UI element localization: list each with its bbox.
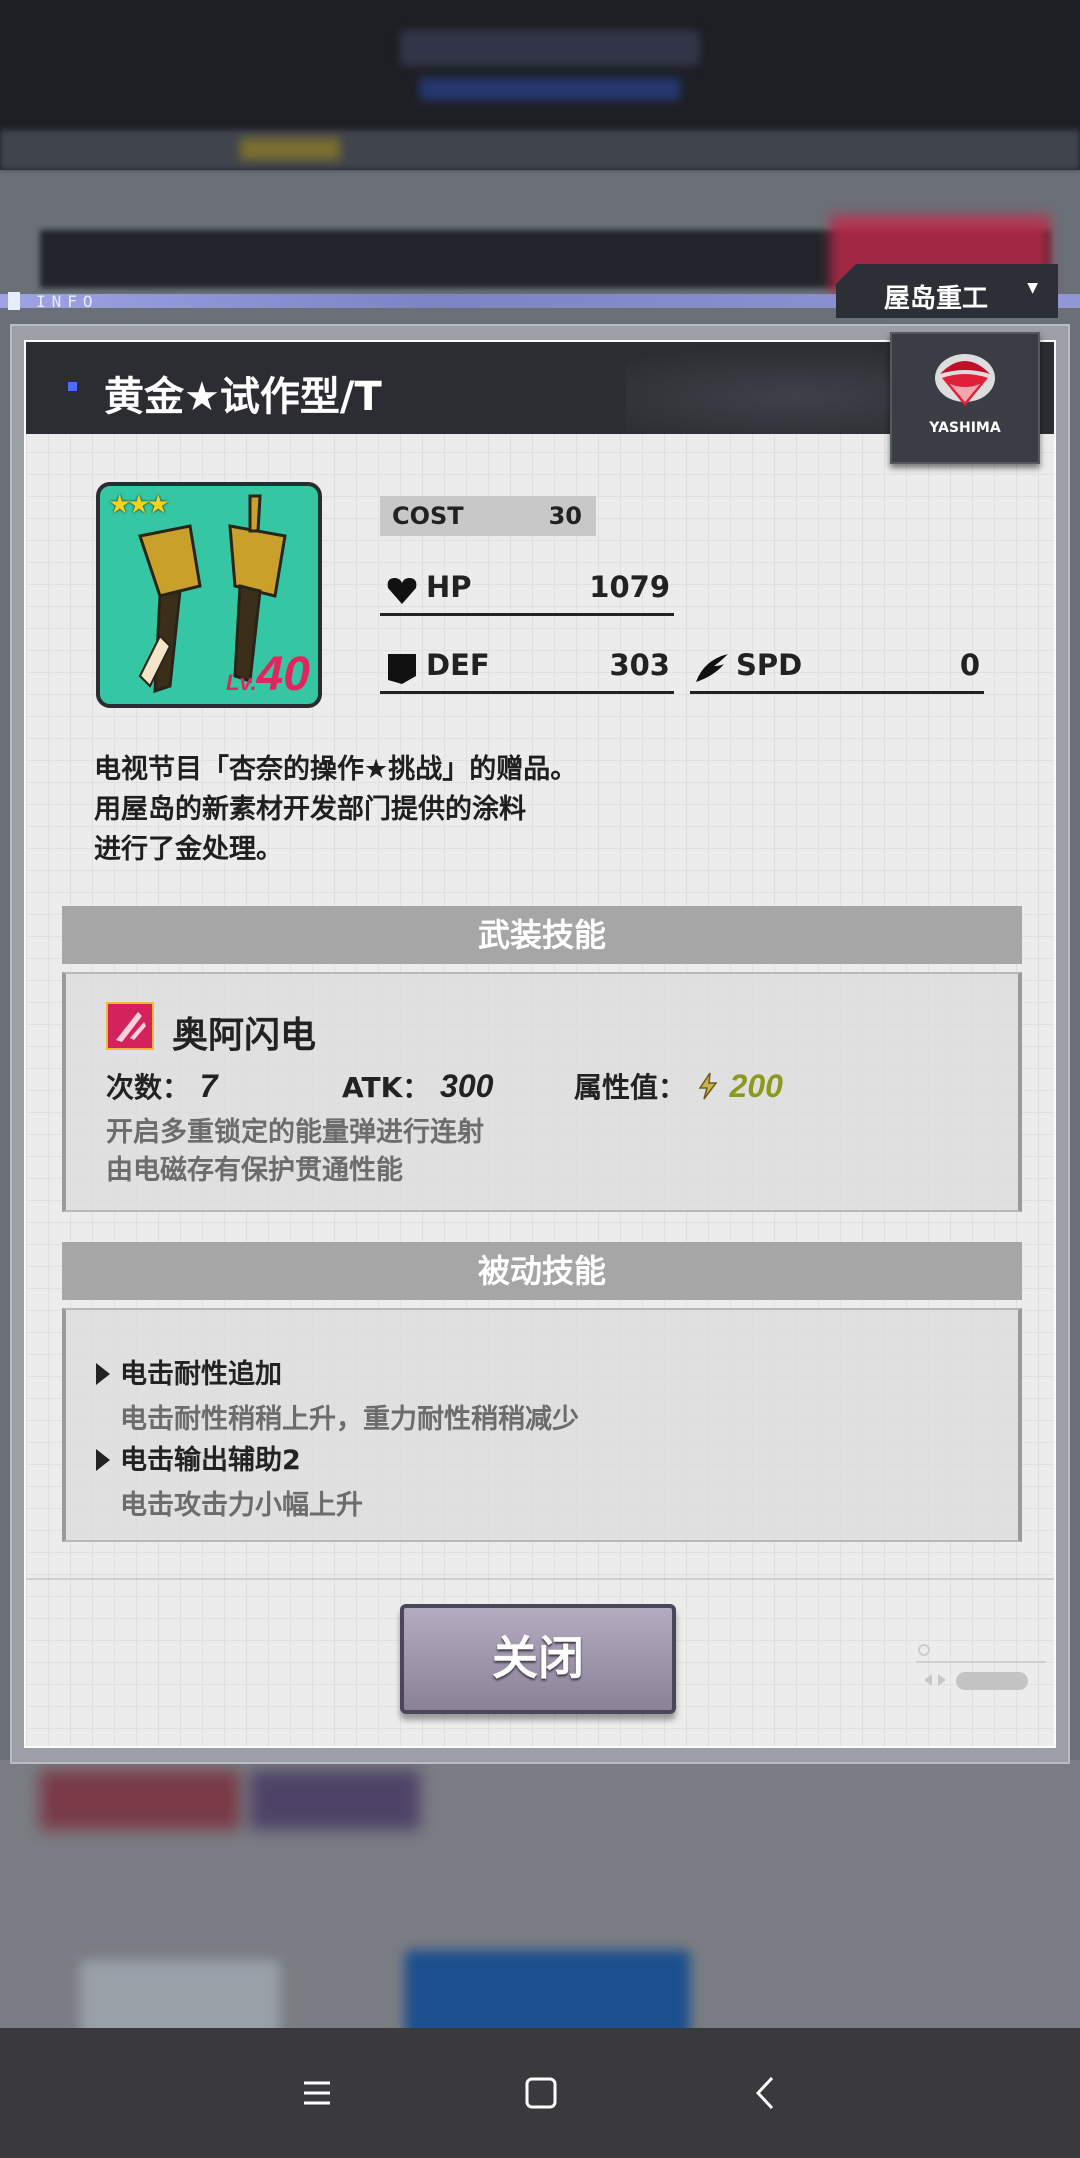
level-prefix: Lv. xyxy=(226,670,257,695)
level-label: Lv.40 xyxy=(226,647,310,702)
scroll-indicator-icon xyxy=(916,1644,1046,1690)
cost-label: COST xyxy=(392,502,464,530)
passive-skill-name: 电击耐性追加 xyxy=(120,1359,282,1390)
def-stat: DEF 303 xyxy=(380,642,674,694)
part-description: 电视节目「杏奈的操作★挑战」的赠品。 用屋岛的新素材开发部门提供的涂料 进行了金… xyxy=(94,750,577,870)
brand-badge: YASHIMA xyxy=(890,332,1040,464)
attr-value: 200 xyxy=(729,1068,783,1104)
skill-attribute: 属性值： 200 xyxy=(574,1066,783,1106)
part-detail-dialog: 黄金★试作型/T YASHIMA ★★★ Lv.40 COST 30 HP 10… xyxy=(24,332,1056,1748)
passive-skill-item: 电击耐性追加 电击耐性稍稍上升，重力耐性稍稍减少 xyxy=(96,1352,579,1436)
hp-stat: HP 1079 xyxy=(380,564,674,616)
lightning-skill-icon xyxy=(106,1002,154,1050)
cost-stat: COST 30 xyxy=(380,496,596,536)
close-button[interactable]: 关闭 xyxy=(400,1604,676,1714)
triangle-bullet-icon xyxy=(96,1363,110,1385)
passive-skill-name: 电击输出辅助2 xyxy=(120,1445,301,1476)
part-title: 黄金★试作型/T xyxy=(104,374,382,420)
hp-value: 1079 xyxy=(589,570,670,604)
shield-icon xyxy=(388,654,416,684)
heart-icon xyxy=(387,578,417,604)
info-marker xyxy=(8,292,20,310)
triangle-bullet-icon xyxy=(96,1449,110,1471)
footer-divider xyxy=(26,1578,1054,1580)
atk-value: 300 xyxy=(440,1068,494,1104)
spd-label: SPD xyxy=(736,648,803,682)
weapon-skill-name: 奥阿闪电 xyxy=(172,1015,317,1056)
part-icon: ★★★ Lv.40 xyxy=(96,482,322,708)
passive-skill-desc: 电击耐性稍稍上升，重力耐性稍稍减少 xyxy=(120,1404,579,1435)
passive-skill-desc: 电击攻击力小幅上升 xyxy=(120,1490,363,1521)
spd-value: 0 xyxy=(959,648,980,682)
back-icon[interactable] xyxy=(742,2068,792,2118)
wing-icon xyxy=(696,654,728,682)
hp-label: HP xyxy=(426,570,472,604)
description-line: 由电磁存有保护贯通性能 xyxy=(106,1155,403,1186)
spd-stat: SPD 0 xyxy=(690,642,984,694)
level-value: 40 xyxy=(256,648,310,701)
cost-value: 30 xyxy=(548,502,582,530)
description-line: 开启多重锁定的能量弹进行连射 xyxy=(106,1117,484,1148)
manufacturer-label: 屋岛重工 xyxy=(884,284,989,314)
def-label: DEF xyxy=(426,648,490,682)
attr-label: 属性值： xyxy=(574,1071,687,1104)
def-value: 303 xyxy=(609,648,670,682)
rarity-stars: ★★★ xyxy=(108,490,170,520)
weapon-skill-header: 武装技能 xyxy=(62,906,1022,964)
description-line: 进行了金处理。 xyxy=(94,834,283,865)
chevron-down-icon: ▼ xyxy=(1027,280,1038,296)
weapon-skill-description: 开启多重锁定的能量弹进行连射 由电磁存有保护贯通性能 xyxy=(106,1114,484,1190)
count-label: 次数： xyxy=(106,1071,191,1104)
passive-skill-item: 电击输出辅助2 电击攻击力小幅上升 xyxy=(96,1438,363,1522)
atk-label: ATK： xyxy=(342,1071,431,1104)
description-line: 用屋岛的新素材开发部门提供的涂料 xyxy=(94,794,526,825)
info-label: INFO xyxy=(36,292,99,311)
home-icon[interactable] xyxy=(516,2068,566,2118)
menu-icon[interactable] xyxy=(292,2068,342,2118)
passive-skill-header: 被动技能 xyxy=(62,1242,1022,1300)
skill-count: 次数： 7 xyxy=(106,1066,218,1106)
electric-icon xyxy=(698,1072,718,1100)
count-value: 7 xyxy=(199,1068,218,1104)
skill-atk: ATK： 300 xyxy=(342,1066,493,1106)
description-line: 电视节目「杏奈的操作★挑战」的赠品。 xyxy=(94,754,578,785)
yashima-logo-icon xyxy=(935,354,995,406)
brand-text: YASHIMA xyxy=(929,420,1001,436)
manufacturer-dropdown[interactable]: 屋岛重工 ▼ xyxy=(836,264,1058,318)
title-dot xyxy=(68,382,77,391)
system-nav-bar xyxy=(0,2028,1080,2158)
